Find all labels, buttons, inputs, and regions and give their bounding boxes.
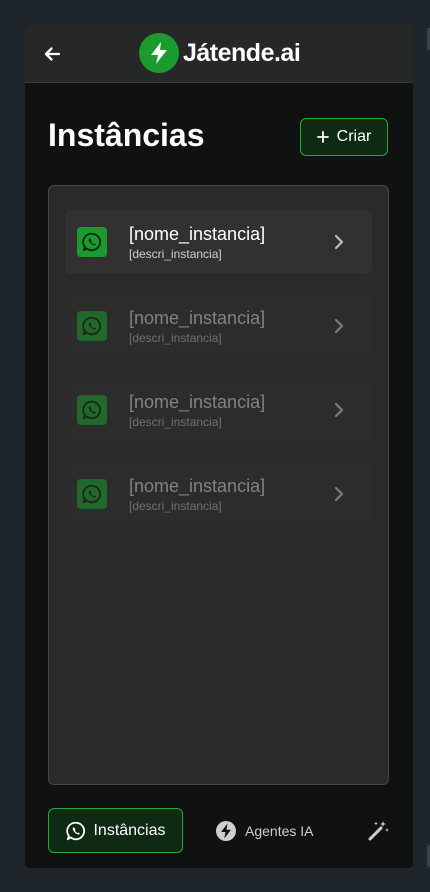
plus-icon xyxy=(316,131,329,143)
instance-name: [nome_instancia] xyxy=(129,308,266,328)
whatsapp-icon xyxy=(77,227,107,257)
instance-description: [descri_instancia] xyxy=(129,247,222,261)
brand-name: Játende.ai xyxy=(183,38,301,67)
whatsapp-icon xyxy=(77,479,107,509)
app-header: Játende.ai xyxy=(25,25,413,83)
instance-description: [descri_instancia] xyxy=(129,415,222,429)
chevron-right-icon xyxy=(334,486,344,502)
whatsapp-icon xyxy=(66,821,86,840)
instance-description: [descri_instancia] xyxy=(129,499,222,513)
instances-list: [nome_instancia] [descri_instancia] [nom… xyxy=(65,210,372,546)
instance-item[interactable]: [nome_instancia] [descri_instancia] xyxy=(65,294,372,358)
chevron-right-icon xyxy=(334,402,344,418)
whatsapp-icon xyxy=(77,311,107,341)
create-button[interactable]: Criar xyxy=(300,118,388,156)
nav-magic-button[interactable] xyxy=(365,818,391,844)
instance-name: [nome_instancia] xyxy=(129,392,266,412)
whatsapp-icon xyxy=(77,395,107,425)
chevron-right-icon xyxy=(334,234,344,250)
instance-item[interactable]: [nome_instancia] [descri_instancia] xyxy=(65,462,372,526)
nav-agents-label: Agentes IA xyxy=(245,822,314,839)
instance-item[interactable]: [nome_instancia] [descri_instancia] xyxy=(65,378,372,442)
brand-logo: Játende.ai xyxy=(139,33,301,73)
page-title: Instâncias xyxy=(48,117,205,153)
bottom-nav: Instâncias Agentes IA xyxy=(25,800,413,868)
chevron-right-icon xyxy=(334,318,344,334)
instance-item[interactable]: [nome_instancia] [descri_instancia] xyxy=(65,210,372,274)
arrow-left-icon xyxy=(44,47,61,61)
nav-instances-label: Instâncias xyxy=(93,821,166,839)
instance-name: [nome_instancia] xyxy=(129,224,266,244)
instance-name: [nome_instancia] xyxy=(129,476,266,496)
lightning-bolt-icon xyxy=(216,820,236,841)
nav-instances-tab[interactable]: Instâncias xyxy=(48,808,183,853)
back-button[interactable] xyxy=(39,41,65,67)
app-screen: Játende.ai Instâncias Criar [nome_instan… xyxy=(25,25,413,868)
nav-agents-tab[interactable]: Agentes IA xyxy=(215,808,314,853)
lightning-bolt-icon xyxy=(139,33,179,73)
instances-panel: [nome_instancia] [descri_instancia] [nom… xyxy=(48,185,389,785)
instance-description: [descri_instancia] xyxy=(129,331,222,345)
magic-wand-icon xyxy=(368,821,389,841)
create-button-label: Criar xyxy=(336,128,372,145)
